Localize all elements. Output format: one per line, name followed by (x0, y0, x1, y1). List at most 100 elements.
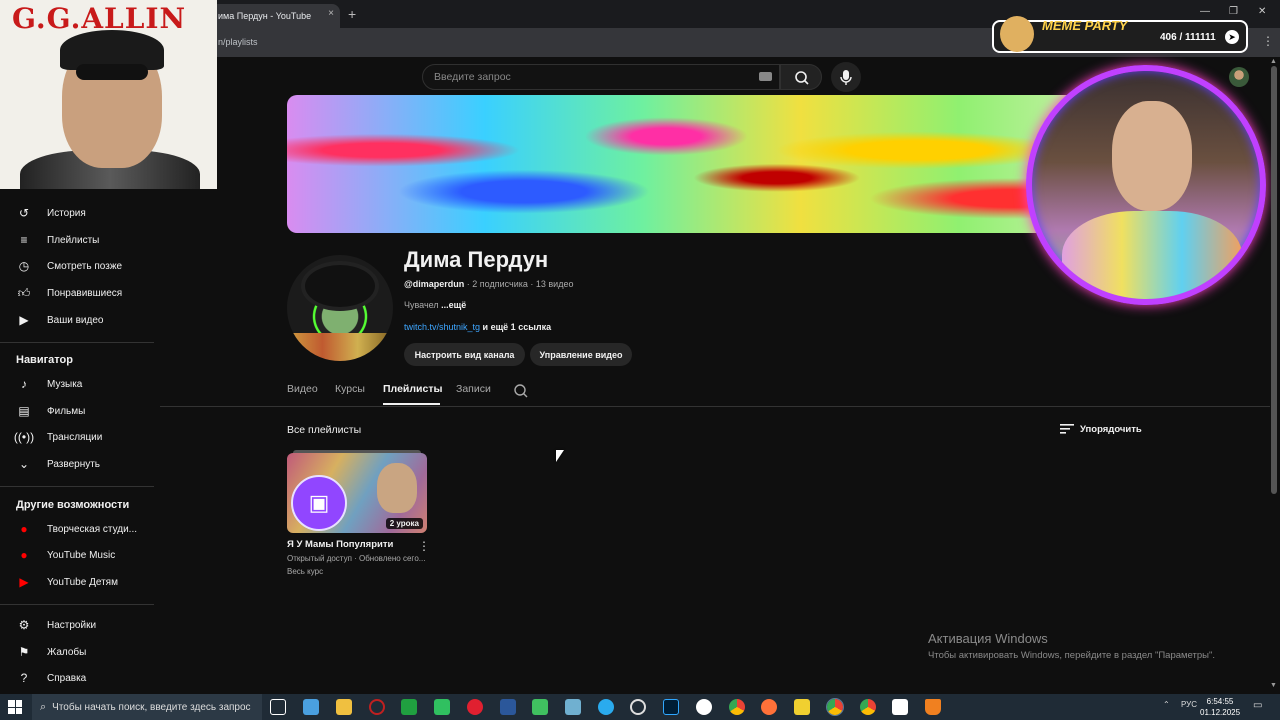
playlist-menu-icon[interactable]: ⋮ (418, 539, 430, 553)
opera-icon[interactable] (467, 699, 483, 715)
chrome-icon[interactable] (860, 699, 876, 715)
search-input[interactable]: Введите запрос (422, 64, 780, 90)
app-icon[interactable] (532, 699, 548, 715)
mouse-cursor-icon (556, 450, 564, 462)
sidebar-item-movies[interactable]: ▤ Фильмы (16, 403, 85, 419)
app-icon[interactable] (434, 699, 450, 715)
sidebar-item-liked[interactable]: 👍︎ Понравившиеся (16, 285, 122, 301)
sidebar-item-history[interactable]: ↺ История (16, 205, 86, 221)
doge-icon (1000, 16, 1034, 52)
chrome-active-icon[interactable] (826, 698, 844, 716)
playlist-count-badge: 2 урока (385, 518, 423, 529)
maximize-button[interactable]: ❐ (1229, 6, 1238, 17)
meme-party-count: 406 / 111111 (1160, 32, 1216, 43)
minimize-button[interactable]: — (1200, 6, 1210, 17)
tab-playlists[interactable]: Плейлисты (383, 383, 442, 395)
channel-search-icon[interactable] (513, 383, 529, 399)
sidebar-item-youtube-kids[interactable]: ▶ YouTube Детям (16, 574, 118, 590)
playlist-title[interactable]: Я У Мамы Популярити (287, 539, 393, 550)
manage-videos-button[interactable]: Управление видео (530, 343, 632, 366)
scroll-up-arrow-icon[interactable]: ▲ (1270, 58, 1277, 65)
webcam-shirt (1062, 211, 1242, 299)
more-link[interactable]: ...ещё (441, 300, 466, 310)
app-icon[interactable] (892, 699, 908, 715)
channel-stats: · 2 подписчика · 13 видео (464, 279, 574, 289)
scroll-down-arrow-icon[interactable]: ▼ (1270, 682, 1277, 689)
sort-label: Упорядочить (1080, 423, 1142, 435)
sidebar-item-label: Ваши видео (47, 314, 104, 326)
chrome-icon[interactable] (729, 699, 745, 715)
sidebar-divider (0, 486, 154, 487)
sidebar-item-help[interactable]: ? Справка (16, 670, 87, 686)
navigator-heading: Навигатор (16, 354, 73, 366)
taskbar-search-input[interactable]: ⌕ Чтобы начать поиск, введите здесь запр… (32, 694, 262, 720)
app-icon[interactable] (369, 699, 385, 715)
channel-link[interactable]: twitch.tv/shutnik_tg (404, 322, 480, 332)
obs-icon[interactable] (630, 699, 646, 715)
watch-later-icon: ◷ (18, 259, 30, 273)
file-explorer-icon[interactable] (336, 699, 352, 715)
sidebar-item-your-videos[interactable]: ▶ Ваши видео (16, 312, 103, 328)
sidebar-item-label: История (47, 207, 86, 219)
sidebar-item-studio[interactable]: ● Творческая студи... (16, 521, 137, 537)
new-tab-button[interactable]: + (348, 6, 356, 22)
tabs-divider (160, 406, 1270, 407)
windows-taskbar: ⌕ Чтобы начать поиск, введите здесь запр… (0, 694, 1280, 720)
language-indicator[interactable]: РУС (1181, 700, 1197, 709)
sidebar-item-label: Творческая студи... (47, 523, 138, 535)
channel-links: twitch.tv/shutnik_tg и ещё 1 ссылка (404, 322, 551, 332)
tab-videos[interactable]: Видео (287, 383, 318, 395)
sidebar-item-settings[interactable]: ⚙ Настройки (16, 617, 96, 633)
webcam-face (1112, 101, 1192, 211)
url-text[interactable]: n/playlists (218, 37, 258, 47)
tab-courses[interactable]: Курсы (335, 383, 365, 395)
sidebar-divider (0, 604, 154, 605)
tab-posts[interactable]: Записи (456, 383, 491, 395)
activation-title: Активация Windows (928, 631, 1048, 646)
yandex-icon[interactable] (696, 699, 712, 715)
account-avatar[interactable] (1229, 67, 1249, 87)
customize-channel-button[interactable]: Настроить вид канала (404, 343, 525, 366)
sort-button[interactable]: Упорядочить (1060, 423, 1142, 435)
browser-menu-icon[interactable]: ⋮ (1262, 34, 1274, 48)
voice-search-button[interactable] (831, 62, 861, 92)
search-button[interactable] (780, 64, 822, 90)
telegram-icon[interactable] (598, 699, 614, 715)
more-links[interactable]: и ещё 1 ссылка (480, 322, 552, 332)
close-window-button[interactable]: ✕ (1258, 6, 1266, 17)
vertical-scrollbar[interactable] (1271, 66, 1277, 494)
sidebar-item-label: Справка (47, 672, 87, 684)
photoshop-icon[interactable] (663, 699, 679, 715)
word-icon[interactable] (500, 699, 516, 715)
sidebar-item-playlists[interactable]: ≡ Плейлисты (16, 232, 99, 248)
playlist-full-course-link[interactable]: Весь курс (287, 567, 323, 576)
clock[interactable]: 6:54:55 01.12.2025 (1200, 696, 1240, 718)
sidebar-item-label: Трансляции (47, 431, 103, 443)
task-view-icon[interactable] (270, 699, 286, 715)
playlist-meta: Открытый доступ · Обновлено сегo... (287, 554, 426, 563)
tab-close-icon[interactable]: × (328, 8, 334, 19)
app-icon[interactable] (303, 699, 319, 715)
app-icon[interactable] (565, 699, 581, 715)
sidebar-item-live[interactable]: ((•)) Трансляции (14, 429, 103, 445)
browser-tab[interactable]: има Пердун - YouTube × (210, 4, 340, 28)
gear-icon: ⚙ (18, 618, 30, 632)
keyboard-icon[interactable] (759, 72, 772, 81)
sidebar-item-label: Фильмы (47, 405, 86, 417)
playlist-thumbnail[interactable]: ▣ 2 урока (287, 453, 427, 533)
app-icon[interactable] (794, 699, 810, 715)
channel-description[interactable]: Чувачел ...ещё (404, 300, 466, 310)
tray-chevron-icon[interactable]: ⌃ (1163, 700, 1170, 709)
sidebar-item-music[interactable]: ♪ Музыка (16, 376, 82, 392)
sidebar-item-expand[interactable]: ⌄ Развернуть (16, 456, 100, 472)
sidebar-item-youtube-music[interactable]: ● YouTube Music (16, 547, 115, 563)
meme-party-widget: MEME PARTY 406 / 111111 ➤ (992, 16, 1248, 53)
notifications-icon[interactable]: ▭ (1253, 700, 1262, 711)
start-button[interactable] (8, 700, 22, 714)
sidebar-item-watch-later[interactable]: ◷ Смотреть позже (16, 258, 122, 274)
sidebar-item-report[interactable]: ⚑ Жалобы (16, 644, 87, 660)
channel-description-text: Чувачел (404, 300, 442, 310)
vlc-icon[interactable] (925, 699, 941, 715)
firefox-icon[interactable] (761, 699, 777, 715)
app-icon[interactable] (401, 699, 417, 715)
